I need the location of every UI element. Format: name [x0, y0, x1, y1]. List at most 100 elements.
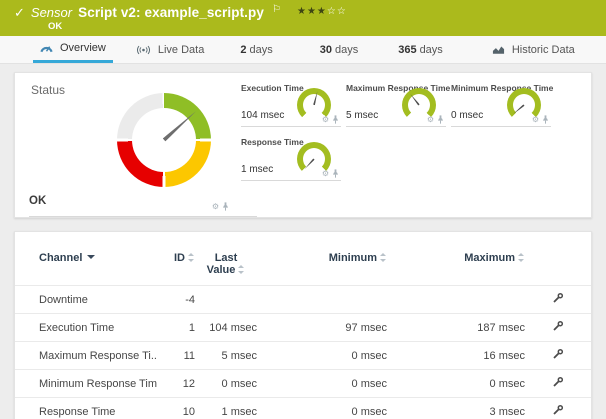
sort-icon[interactable]	[188, 253, 195, 262]
status-donut-gauge	[117, 93, 211, 187]
channel-name[interactable]: Minimum Response Time	[15, 370, 157, 398]
channel-table: Channel ID Last Value Minimum Maximum Do…	[15, 242, 591, 419]
channel-settings-icon[interactable]	[552, 292, 564, 307]
channel-minimum: 97 msec	[257, 314, 387, 342]
sensor-status-text: OK	[48, 21, 596, 32]
star-icon[interactable]: ★	[317, 6, 327, 17]
chart-icon	[492, 45, 505, 55]
channel-name[interactable]: Downtime	[15, 286, 157, 314]
column-header-settings	[525, 242, 591, 286]
priority-stars[interactable]: ★★★☆☆	[297, 6, 347, 17]
gear-icon[interactable]: ⚙	[322, 170, 329, 178]
status-footer: OK ⚙	[29, 191, 257, 217]
star-icon[interactable]: ★	[307, 6, 317, 17]
channel-maximum: 0 msec	[387, 370, 525, 398]
table-row[interactable]: Response Time 10 1 msec 0 msec 3 msec	[15, 398, 591, 419]
column-header-minimum[interactable]: Minimum	[257, 242, 387, 286]
tab-overview[interactable]: Overview	[33, 36, 113, 63]
tab-bar: Overview Live Data 2days 30days 365days …	[0, 36, 606, 64]
gauge-value: 104 msec	[241, 110, 284, 121]
gauge-value: 5 msec	[346, 110, 378, 121]
pin-icon[interactable]	[222, 202, 229, 211]
tab-live-data[interactable]: Live Data	[129, 36, 211, 63]
broadcast-icon	[136, 45, 151, 55]
tab-label: Live Data	[158, 44, 204, 56]
channel-settings-icon[interactable]	[552, 376, 564, 391]
pin-icon[interactable]	[437, 115, 444, 124]
table-header-row: Channel ID Last Value Minimum Maximum	[15, 242, 591, 286]
channel-maximum: 3 msec	[387, 398, 525, 419]
channel-minimum: 0 msec	[257, 370, 387, 398]
channel-settings-icon[interactable]	[552, 348, 564, 363]
channel-name[interactable]: Maximum Response Ti...	[15, 342, 157, 370]
channel-id: 12	[157, 370, 195, 398]
gauge-card-response-time: Response Time 1 msec ⚙	[241, 135, 341, 181]
channel-id: 11	[157, 342, 195, 370]
gauge-title: Response Time	[241, 137, 304, 147]
sort-icon[interactable]	[238, 265, 245, 274]
gauge-value: 1 msec	[241, 164, 273, 175]
channel-settings-icon[interactable]	[552, 320, 564, 335]
sensor-title: Script v2: example_script.py	[78, 5, 264, 20]
sensor-type-label: Sensor	[31, 5, 72, 20]
status-panel: Status Execution Time 104 msec ⚙ Maximum…	[14, 72, 592, 218]
status-panel-title: Status	[31, 83, 65, 97]
gear-icon[interactable]: ⚙	[212, 203, 219, 211]
channel-last-value	[195, 286, 257, 314]
channel-id: 1	[157, 314, 195, 342]
channel-last-value: 1 msec	[195, 398, 257, 419]
channel-minimum	[257, 286, 387, 314]
channel-minimum: 0 msec	[257, 398, 387, 419]
channel-settings-icon[interactable]	[552, 404, 564, 419]
tab-label: days	[249, 44, 272, 56]
column-header-id[interactable]: ID	[157, 242, 195, 286]
channel-maximum: 16 msec	[387, 342, 525, 370]
priority-flag-icon[interactable]: ⚐	[272, 4, 281, 15]
table-row[interactable]: Minimum Response Time 12 0 msec 0 msec 0…	[15, 370, 591, 398]
pin-icon[interactable]	[542, 115, 549, 124]
star-icon[interactable]: ☆	[327, 6, 337, 17]
sensor-header: ✓ Sensor Script v2: example_script.py ⚐ …	[0, 0, 606, 36]
gauge-value: 0 msec	[451, 110, 483, 121]
status-footer-text: OK	[29, 195, 46, 207]
tab-30-days[interactable]: 30days	[313, 36, 366, 63]
channel-table-panel: Channel ID Last Value Minimum Maximum Do…	[14, 231, 592, 419]
channel-maximum: 187 msec	[387, 314, 525, 342]
gear-icon[interactable]: ⚙	[427, 116, 434, 124]
status-check-icon: ✓	[14, 6, 25, 20]
channel-name[interactable]: Response Time	[15, 398, 157, 419]
tab-365-days[interactable]: 365days	[391, 36, 450, 63]
pin-icon[interactable]	[332, 115, 339, 124]
sort-caret-icon	[87, 255, 95, 259]
gauge-title: Execution Time	[241, 83, 304, 93]
tab-historic-data[interactable]: Historic Data	[485, 36, 582, 63]
channel-id: -4	[157, 286, 195, 314]
gear-icon[interactable]: ⚙	[532, 116, 539, 124]
pin-icon[interactable]	[332, 169, 339, 178]
channel-last-value: 5 msec	[195, 342, 257, 370]
table-row[interactable]: Maximum Response Ti... 11 5 msec 0 msec …	[15, 342, 591, 370]
channel-minimum: 0 msec	[257, 342, 387, 370]
sort-icon[interactable]	[380, 253, 387, 262]
gauge-icon	[40, 43, 53, 53]
column-header-last-value[interactable]: Last Value	[195, 242, 257, 286]
channel-id: 10	[157, 398, 195, 419]
channel-name[interactable]: Execution Time	[15, 314, 157, 342]
sort-icon[interactable]	[518, 253, 525, 262]
column-header-channel[interactable]: Channel	[15, 242, 157, 286]
tab-label: Overview	[60, 42, 106, 54]
channel-last-value: 0 msec	[195, 370, 257, 398]
tab-label: Historic Data	[512, 44, 575, 56]
tab-label: days	[420, 44, 443, 56]
table-row[interactable]: Execution Time 1 104 msec 97 msec 187 ms…	[15, 314, 591, 342]
gauge-card-maximum-response-time: Maximum Response Time 5 msec ⚙	[346, 81, 446, 127]
tab-2-days[interactable]: 2days	[233, 36, 279, 63]
column-header-maximum[interactable]: Maximum	[387, 242, 525, 286]
gear-icon[interactable]: ⚙	[322, 116, 329, 124]
star-icon[interactable]: ★	[297, 6, 307, 17]
tab-label: days	[335, 44, 358, 56]
gauge-card-execution-time: Execution Time 104 msec ⚙	[241, 81, 341, 127]
table-row[interactable]: Downtime -4	[15, 286, 591, 314]
star-icon[interactable]: ☆	[337, 6, 347, 17]
channel-maximum	[387, 286, 525, 314]
